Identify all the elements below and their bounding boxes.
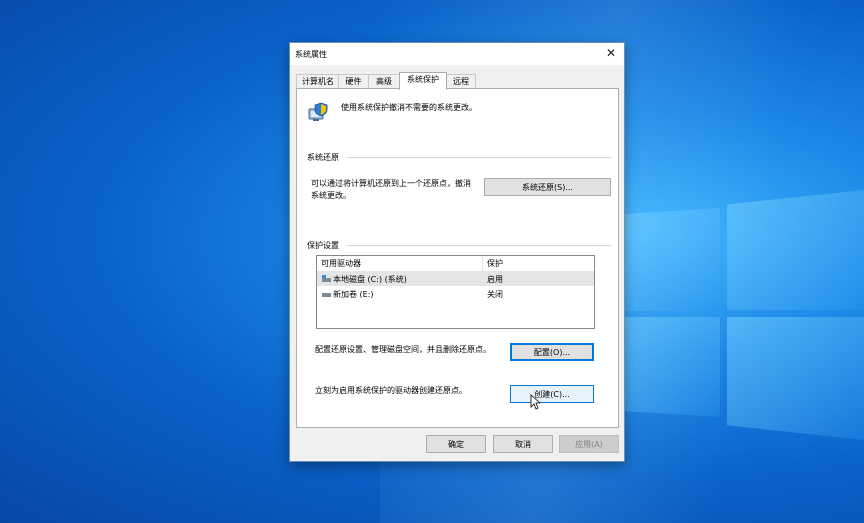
intro-text: 使用系统保护撤消不需要的系统更改。	[341, 103, 477, 112]
tab-computer-name[interactable]: 计算机名	[296, 74, 340, 89]
windows-logo-pane	[727, 317, 864, 440]
drives-list-header: 可用驱动器 保护	[317, 256, 594, 272]
column-header-drives[interactable]: 可用驱动器	[321, 258, 361, 269]
tab-remote[interactable]: 远程	[446, 74, 476, 89]
create-button[interactable]: 创建(C)...	[510, 385, 594, 403]
create-description: 立刻为启用系统保护的驱动器创建还原点。	[315, 386, 467, 395]
windows-logo-pane	[623, 317, 720, 417]
windows-logo-pane	[623, 208, 720, 311]
tab-hardware[interactable]: 硬件	[338, 74, 369, 89]
close-icon[interactable]: ✕	[604, 46, 618, 60]
system-restore-divider	[347, 157, 611, 158]
drive-protection-status: 关闭	[487, 290, 503, 299]
drive-icon	[322, 293, 331, 297]
configure-button[interactable]: 配置(O)...	[510, 343, 594, 361]
protection-settings-group-label: 保护设置	[307, 241, 339, 250]
column-separator[interactable]	[482, 256, 483, 271]
tab-system-protection[interactable]: 系统保护	[399, 72, 447, 90]
cancel-button[interactable]: 取消	[493, 435, 553, 453]
drive-row-e[interactable]: 新加卷 (E:) 关闭	[317, 287, 594, 301]
protection-settings-divider	[347, 245, 611, 246]
dialog-title: 系统属性	[295, 50, 327, 59]
system-protection-shield-icon	[308, 102, 328, 121]
apply-button[interactable]: 应用(A)	[559, 435, 619, 453]
system-restore-button[interactable]: 系统还原(S)...	[484, 178, 611, 196]
restore-description-line2: 系统更改。	[311, 191, 351, 200]
system-drive-icon	[322, 275, 331, 282]
tab-advanced[interactable]: 高级	[368, 74, 400, 89]
configure-description: 配置还原设置、管理磁盘空间，并且删除还原点。	[315, 345, 491, 354]
drives-list[interactable]: 可用驱动器 保护 本地磁盘 (C:) (系统) 启用 新加卷 (E:) 关闭	[316, 255, 595, 329]
system-restore-group-label: 系统还原	[307, 153, 339, 162]
drive-name: 新加卷 (E:)	[333, 290, 374, 299]
mouse-cursor-icon	[530, 394, 540, 410]
title-bar[interactable]: 系统属性 ✕	[290, 43, 624, 65]
column-header-protection[interactable]: 保护	[487, 258, 503, 269]
system-protection-panel: 使用系统保护撤消不需要的系统更改。 系统还原 可以通过将计算机还原到上一个还原点…	[296, 88, 619, 428]
restore-description-line1: 可以通过将计算机还原到上一个还原点，撤消	[311, 179, 471, 188]
drive-protection-status: 启用	[487, 275, 503, 284]
system-properties-dialog: 系统属性 ✕ 计算机名 硬件 高级 系统保护 远程 使用系统保护撤消不需要的系统…	[289, 42, 625, 462]
windows-logo-pane	[727, 190, 864, 310]
ok-button[interactable]: 确定	[426, 435, 486, 453]
drive-name: 本地磁盘 (C:) (系统)	[333, 275, 407, 284]
drive-row-c[interactable]: 本地磁盘 (C:) (系统) 启用	[317, 272, 594, 286]
